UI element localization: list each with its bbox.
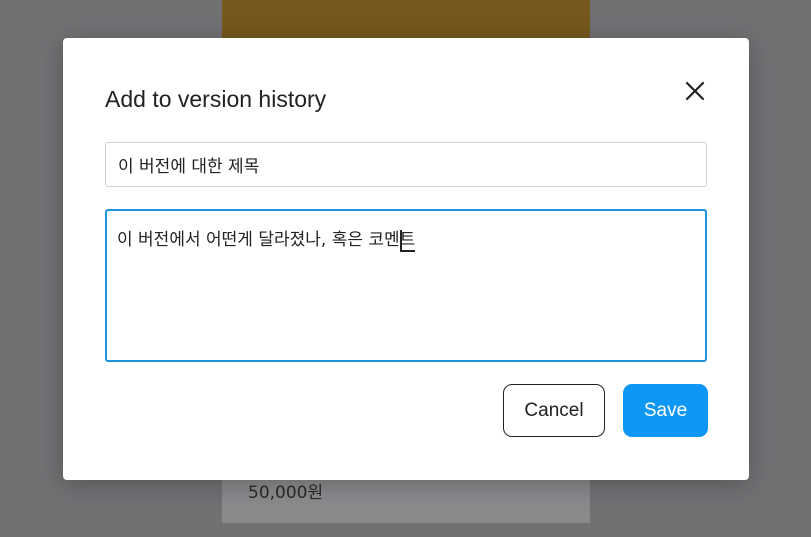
comment-text-caret: 트 bbox=[399, 230, 416, 252]
version-comment-textarea[interactable]: 이 버전에서 어떤게 달라졌나, 혹은 코멘트 bbox=[105, 209, 707, 362]
close-icon bbox=[685, 81, 705, 101]
cancel-button[interactable]: Cancel bbox=[503, 384, 605, 437]
comment-text: 이 버전에서 어떤게 달라졌나, 혹은 코멘 bbox=[117, 230, 400, 250]
version-title-value: 이 버전에 대한 제목 bbox=[118, 157, 260, 177]
version-title-input[interactable]: 이 버전에 대한 제목 bbox=[105, 142, 707, 187]
version-history-dialog: Add to version history 이 버전에 대한 제목 이 버전에… bbox=[63, 38, 749, 480]
background-price: 50,000원 bbox=[248, 483, 324, 503]
save-button[interactable]: Save bbox=[623, 384, 708, 437]
background-product-image bbox=[222, 0, 590, 40]
dialog-title: Add to version history bbox=[105, 86, 327, 112]
close-button[interactable] bbox=[679, 75, 711, 107]
